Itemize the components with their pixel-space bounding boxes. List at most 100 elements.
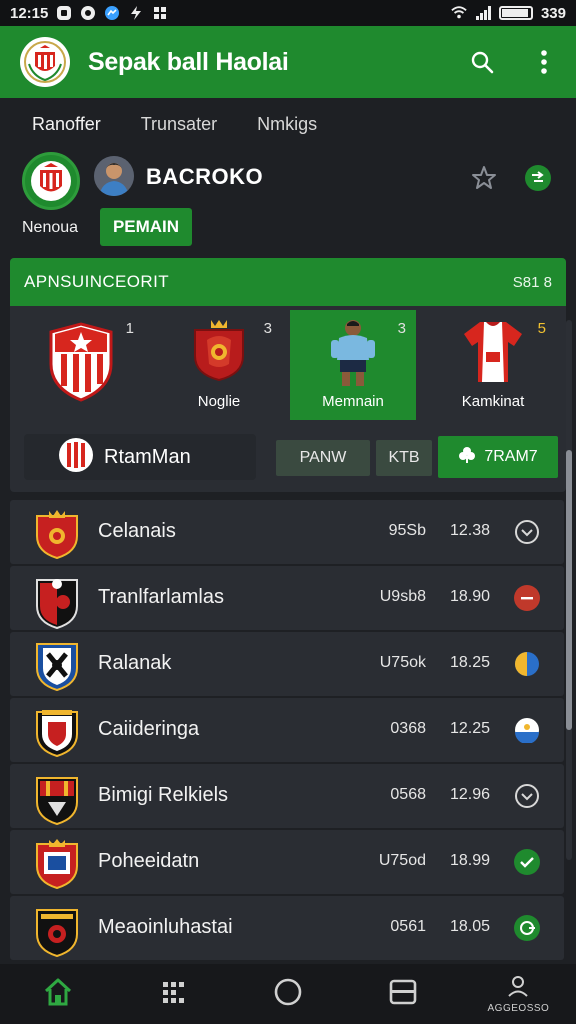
scrollbar[interactable] xyxy=(566,320,572,860)
team-crest-icon xyxy=(34,706,80,763)
team-row[interactable]: Bimigi Relkiels 0568 12.96 xyxy=(10,764,564,828)
team-score: 18.90 xyxy=(449,588,490,605)
list-icon xyxy=(388,977,418,1012)
team-code: 0568 xyxy=(390,786,426,803)
bottom-nav: AGGEOSSO xyxy=(0,964,576,1024)
nav-profile[interactable]: AGGEOSSO xyxy=(461,964,576,1024)
team-code: U75od xyxy=(378,852,426,869)
status-minus-icon[interactable] xyxy=(514,585,540,611)
battery-icon xyxy=(498,6,533,20)
team-row[interactable]: Caiideringa 0368 12.25 xyxy=(10,698,564,762)
panel-count: S81 8 xyxy=(512,273,552,291)
messenger-icon xyxy=(104,5,120,21)
scroll-thumb[interactable] xyxy=(566,450,572,730)
team-name: Ralanak xyxy=(98,652,172,674)
home-icon xyxy=(43,977,73,1012)
team-crest-icon xyxy=(34,838,80,895)
team-code: 95Sb xyxy=(388,522,426,539)
circle-app-icon xyxy=(80,5,96,21)
team-name: Meaoinluhastai xyxy=(98,916,233,938)
team-name: Poheeidatn xyxy=(98,850,200,872)
circle-icon xyxy=(273,977,303,1012)
team-code: U9sb8 xyxy=(379,588,426,605)
shield-crest-icon xyxy=(45,322,117,407)
team-row[interactable]: Meaoinluhastai 0561 18.05 xyxy=(10,896,564,960)
team-list: Celanais 95Sb 12.38 Tranlfarlamlas U9sb8… xyxy=(10,500,564,962)
panel-header: APNSUINCEORIT S81 8 xyxy=(10,258,566,306)
club-badge[interactable] xyxy=(22,152,80,210)
status-half-circle-icon[interactable] xyxy=(514,651,540,677)
profile-name: BACROKO xyxy=(146,164,264,189)
status-flag-icon[interactable] xyxy=(514,717,540,743)
player-card-1[interactable]: 1 xyxy=(18,310,144,420)
status-confirmed-icon[interactable] xyxy=(514,849,540,875)
card-number: 1 xyxy=(125,320,134,337)
players-panel: APNSUINCEORIT S81 8 1 3 Noglie 3 Memnain… xyxy=(10,258,566,492)
nav-grid[interactable] xyxy=(115,964,230,1024)
panel-action-row: RtamMan PANW KTB 7RAM7 xyxy=(24,434,564,480)
player-cards: 1 3 Noglie 3 Memnain 5 Kamkinat xyxy=(10,310,566,422)
team-name: Caiideringa xyxy=(98,718,200,740)
status-refresh-icon[interactable] xyxy=(514,915,540,941)
club-label: Nenoua xyxy=(22,219,79,236)
team-code: U75ok xyxy=(379,654,426,671)
team-row[interactable]: Tranlfarlamlas U9sb8 18.90 xyxy=(10,566,564,630)
team-score: 12.96 xyxy=(449,786,490,803)
search-icon[interactable] xyxy=(466,46,498,78)
panw-button[interactable]: PANW xyxy=(276,440,370,476)
ktb-button[interactable]: KTB xyxy=(376,440,432,476)
bolt-icon xyxy=(128,5,144,21)
team-row[interactable]: Poheeidatn U75od 18.99 xyxy=(10,830,564,894)
card-label: Noglie xyxy=(197,393,241,410)
player-card-2[interactable]: 3 Noglie xyxy=(156,310,282,420)
team-row[interactable]: Celanais 95Sb 12.38 xyxy=(10,500,564,564)
primary-action-button[interactable]: 7RAM7 xyxy=(438,436,558,478)
app-bar: Sepak ball Haolai xyxy=(0,26,576,98)
navigate-arrow-icon[interactable] xyxy=(522,162,554,194)
team-crest-icon xyxy=(34,574,80,635)
signal-icon xyxy=(475,5,491,21)
tab-trunsater[interactable]: Trunsater xyxy=(141,114,217,135)
avatar[interactable] xyxy=(94,156,134,196)
player-card-4[interactable]: 5 Kamkinat xyxy=(430,310,556,420)
card-number: 5 xyxy=(537,320,546,337)
role-button[interactable]: PEMAIN xyxy=(100,208,192,246)
team-score: 18.99 xyxy=(449,852,490,869)
status-check-icon[interactable] xyxy=(514,519,540,545)
team-score: 12.25 xyxy=(449,720,490,737)
team-score: 18.05 xyxy=(449,918,490,935)
featured-badge-icon xyxy=(58,437,94,478)
player-figure-icon xyxy=(325,318,381,393)
team-name: Bimigi Relkiels xyxy=(98,784,229,806)
nav-circle[interactable] xyxy=(230,964,345,1024)
nav-list[interactable] xyxy=(346,964,461,1024)
card-number: 3 xyxy=(397,320,406,337)
team-crest-icon xyxy=(34,772,80,831)
top-tabs: Ranoffer Trunsater Nmkigs xyxy=(0,98,576,150)
featured-player[interactable]: RtamMan xyxy=(24,434,256,480)
status-check-icon[interactable] xyxy=(514,783,540,809)
status-bar: 12:15 339 xyxy=(0,0,576,26)
team-name: Celanais xyxy=(98,520,176,542)
team-score: 18.25 xyxy=(449,654,490,671)
more-options-icon[interactable] xyxy=(528,46,560,78)
team-crest-icon xyxy=(34,640,80,697)
team-row[interactable]: Ralanak U75ok 18.25 xyxy=(10,632,564,696)
team-score: 12.38 xyxy=(449,522,490,539)
nav-home[interactable] xyxy=(0,964,115,1024)
tab-nmkigs[interactable]: Nmkigs xyxy=(257,114,317,135)
player-card-3[interactable]: 3 Memnain xyxy=(290,310,416,420)
clover-icon xyxy=(458,446,476,469)
status-time: 12:15 xyxy=(10,4,49,22)
primary-action-label: 7RAM7 xyxy=(484,448,538,465)
team-crest-icon xyxy=(34,904,80,963)
profile-icon xyxy=(506,975,530,1002)
team-code: 0561 xyxy=(390,918,426,935)
favorite-star-icon[interactable] xyxy=(468,162,500,194)
panel-title: APNSUINCEORIT xyxy=(24,272,169,291)
crown-crest-icon xyxy=(189,318,249,387)
card-number: 3 xyxy=(263,320,272,337)
app-logo xyxy=(20,37,70,87)
team-name: Tranlfarlamlas xyxy=(98,586,224,608)
tab-ranoffer[interactable]: Ranoffer xyxy=(32,114,101,135)
